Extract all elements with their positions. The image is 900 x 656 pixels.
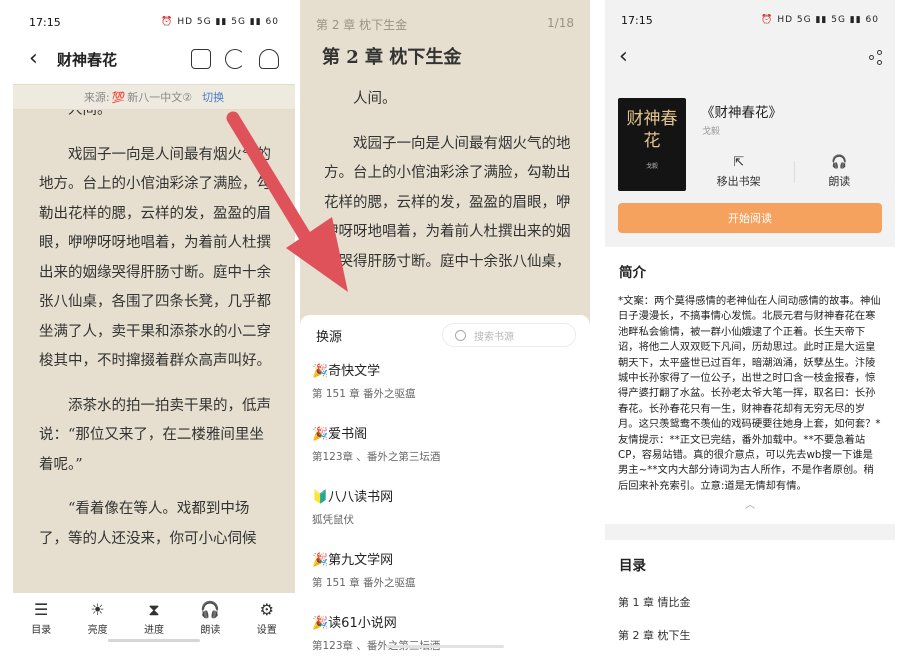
nav-label: 亮度 [87, 624, 108, 636]
source-item-chapter: 狐凭鼠伏 [312, 514, 354, 526]
back-icon[interactable]: ‹ [619, 46, 641, 68]
source-name: 新八一中文② [127, 91, 193, 104]
source-sheet: 换源 搜索书源 🎉奇快文学 第 151 章 番外之驱瘟 🎉爱书阁 第123章 、… [300, 315, 590, 656]
cover-author: 戈毅 [645, 163, 658, 170]
source-item-chapter: 第123章 、番外之第三坛酒 [312, 451, 441, 463]
read-aloud-button[interactable]: 🎧 朗读 [828, 155, 850, 189]
toc-item[interactable]: 第 2 章 枕下生 [605, 610, 895, 643]
source-switch-screen: 第 2 章 枕下生金 1/18 第 2 章 枕下生金 人间。 戏园子一向是人间最… [300, 0, 590, 656]
source-search-input[interactable]: 搜索书源 [442, 323, 576, 347]
source-bar: 来源: 💯 新八一中文② 切换 [13, 84, 295, 110]
paragraph: 人间。 [68, 110, 112, 118]
reader-top-bar: 第 2 章 枕下生金 1/18 [300, 0, 590, 33]
shelf-exit-icon: ⇱ [733, 155, 745, 170]
headphones-icon: 🎧 [200, 599, 221, 619]
source-item-name: 🔰八八读书网 [312, 490, 394, 505]
paragraph: 戏园子一向是人间最有烟火气的地方。台上的小倌油彩涂了满脸，勾勒出花样的腮，云样的… [39, 146, 271, 370]
status-icons: ⏰ HD 5G ▮▮ 5G ▮▮ 60 [161, 17, 279, 27]
action-label: 移出书架 [716, 175, 761, 188]
status-bar: 17:15 ⏰ HD 5G ▮▮ 5G ▮▮ 60 [605, 0, 895, 40]
intro-text: *文案：两个莫得感情的老神仙在人间动感情的故事。神仙日子漫漫长，不搞事情心发慌。… [618, 295, 881, 492]
gear-icon: ⚙ [259, 599, 274, 619]
reader-toolbar: ☰ 目录 ☀ 亮度 ⧗ 进度 🎧 朗读 ⚙ 设置 [13, 593, 295, 643]
home-indicator [386, 645, 504, 648]
nav-label: 设置 [256, 624, 277, 636]
source-item-name: 🎉爱书阁 [312, 427, 368, 442]
reader-content: 人间。 戏园子一向是人间最有烟火气的地方。台上的小倌油彩涂了满脸，勾勒出花样的腮… [13, 110, 295, 616]
book-header: 17:15 ⏰ HD 5G ▮▮ 5G ▮▮ 60 ‹ 财神春花 戈毅 《财神春… [605, 0, 895, 247]
home-indicator [108, 639, 200, 642]
source-logo: 💯 [111, 90, 126, 104]
cover-title: 财神春花 [626, 109, 678, 151]
reader-screen: 17:15 ⏰ HD 5G ▮▮ 5G ▮▮ 60 ‹ 财神春花 来源: 💯 新… [13, 0, 295, 656]
share-icon[interactable] [869, 50, 883, 65]
collapse-chevron-icon[interactable]: ︿ [605, 496, 895, 511]
headphones-icon: 🎧 [831, 155, 848, 170]
book-title: 《财神春花》 [701, 105, 782, 121]
paragraph: “看着像在等人。戏都到中场了，等的人还没来，你可小心伺候 [39, 501, 257, 547]
status-time: 17:15 [29, 15, 61, 29]
nav-label: 进度 [143, 624, 164, 636]
status-time: 17:15 [621, 13, 653, 27]
back-icon[interactable]: ‹ [29, 48, 51, 70]
book-detail-screen: 17:15 ⏰ HD 5G ▮▮ 5G ▮▮ 60 ‹ 财神春花 戈毅 《财神春… [605, 0, 895, 656]
read-aloud-button[interactable]: 🎧 朗读 [200, 599, 221, 636]
reader-header: ‹ 财神春花 [13, 44, 295, 74]
status-bar: 17:15 ⏰ HD 5G ▮▮ 5G ▮▮ 60 [13, 0, 295, 44]
paragraph: 戏园子一向是人间最有烟火气的地方。台上的小倌油彩涂了满脸，勾勒出花样的腮，云样的… [324, 135, 571, 270]
detail-nav: ‹ [605, 40, 895, 74]
book-cover[interactable]: 财神春花 戈毅 [618, 98, 686, 191]
section-divider [605, 524, 895, 541]
book-actions: ⇱ 移出书架 🎧 朗读 [700, 155, 867, 189]
chapter-short: 第 2 章 枕下生金 [316, 18, 408, 32]
remove-from-shelf-button[interactable]: ⇱ 移出书架 [717, 155, 761, 189]
list-icon: ☰ [34, 599, 49, 619]
action-label: 朗读 [828, 175, 851, 188]
source-item-name: 🎉读61小说网 [312, 616, 397, 631]
paragraph: 人间。 [353, 91, 397, 107]
switch-source-link[interactable]: 切换 [202, 89, 224, 105]
sheet-title: 换源 [316, 329, 343, 345]
brightness-icon: ☀ [90, 599, 105, 619]
nav-label: 目录 [31, 624, 52, 636]
source-item-name: 🎉第九文学网 [312, 553, 394, 568]
refresh-icon[interactable] [225, 49, 245, 69]
divider [793, 161, 795, 183]
nav-label: 朗读 [200, 624, 221, 636]
search-placeholder: 搜索书源 [474, 331, 514, 343]
source-label: 来源: [83, 91, 110, 104]
book-author: 戈毅 [702, 127, 721, 137]
reader-content: 人间。 戏园子一向是人间最有烟火气的地方。台上的小倌油彩涂了满脸，勾勒出花样的腮… [300, 69, 590, 277]
source-item-chapter: 第 151 章 番外之驱瘟 [312, 388, 416, 400]
bookmark-icon[interactable] [191, 49, 211, 69]
start-reading-button[interactable]: 开始阅读 [618, 203, 882, 233]
book-title: 财神春花 [57, 50, 118, 69]
chapter-title: 第 2 章 枕下生金 [322, 47, 462, 68]
status-icons: ⏰ HD 5G ▮▮ 5G ▮▮ 60 [761, 15, 879, 25]
source-item-chapter: 第 151 章 番外之驱瘟 [312, 577, 416, 589]
page-indicator: 1/18 [547, 16, 574, 30]
search-icon [455, 329, 466, 341]
download-icon[interactable] [259, 49, 279, 69]
source-item[interactable]: 🎉奇快文学 第 151 章 番外之驱瘟 [300, 349, 590, 412]
toc-item[interactable]: 第 1 章 情比金 [605, 574, 895, 610]
progress-button[interactable]: ⧗ 进度 [143, 599, 164, 636]
sheet-header: 换源 搜索书源 [300, 315, 590, 349]
paragraph: 添茶水的拍一拍卖干果的，低声说：“那位又来了，在二楼雅间里坐着呢。” [39, 397, 271, 473]
source-item[interactable]: 🔰八八读书网 狐凭鼠伏 [300, 475, 590, 538]
toc-button[interactable]: ☰ 目录 [31, 599, 52, 636]
intro-heading: 简介 [619, 265, 646, 281]
source-item-name: 🎉奇快文学 [312, 364, 381, 379]
toc-heading: 目录 [619, 558, 646, 575]
brightness-button[interactable]: ☀ 亮度 [87, 599, 108, 636]
source-item[interactable]: 🎉第九文学网 第 151 章 番外之驱瘟 [300, 538, 590, 601]
source-item[interactable]: 🎉爱书阁 第123章 、番外之第三坛酒 [300, 412, 590, 475]
hourglass-icon: ⧗ [148, 599, 160, 619]
settings-button[interactable]: ⚙ 设置 [256, 599, 277, 636]
